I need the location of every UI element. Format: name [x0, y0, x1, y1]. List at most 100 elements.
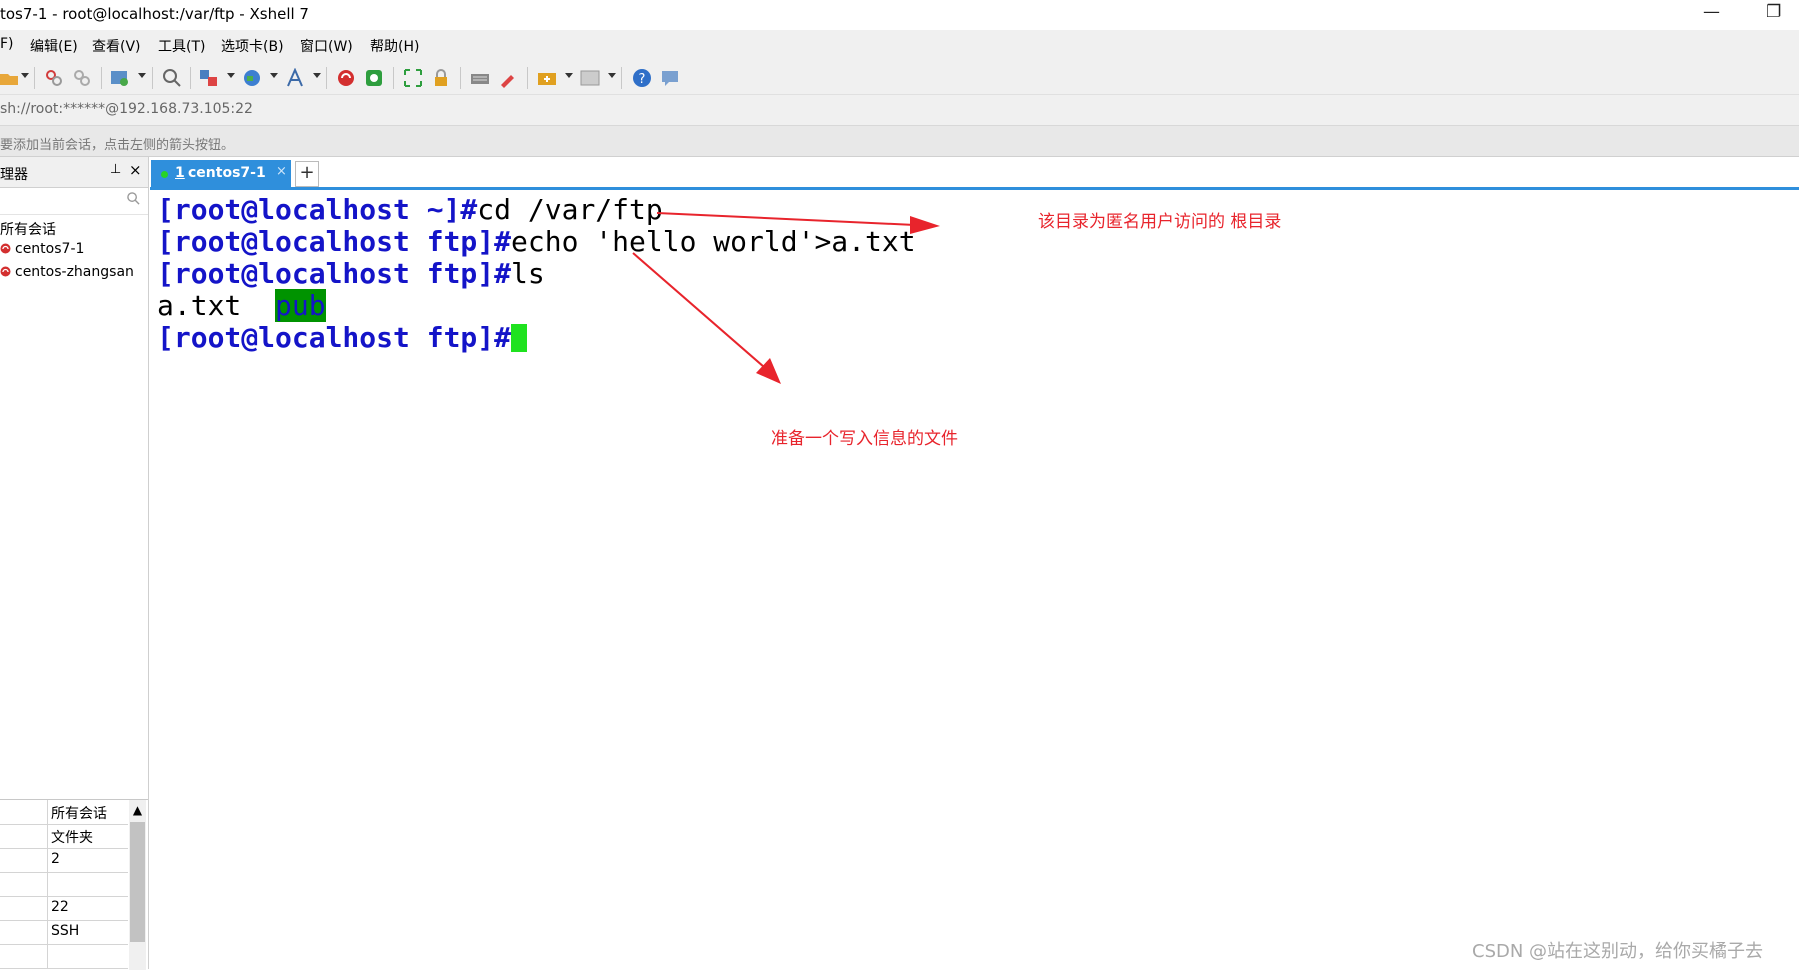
toolbar-divider	[152, 67, 153, 89]
fullscreen-icon[interactable]	[403, 68, 423, 88]
annotation-file: 准备一个写入信息的文件	[771, 429, 958, 449]
restore-button[interactable]: ❐	[1766, 2, 1781, 22]
close-icon[interactable]: ×	[129, 161, 142, 179]
chat-icon[interactable]	[660, 68, 680, 88]
session-properties-panel: 所有会话 文件夹 2 22 SSH ▲	[0, 799, 148, 970]
menu-tools[interactable]: 工具(T)	[158, 36, 205, 56]
xftp-icon[interactable]	[364, 68, 384, 88]
window-title: tos7-1 - root@localhost:/var/ftp - Xshel…	[0, 5, 309, 23]
address-text: sh://root:******@192.168.73.105:22	[0, 101, 253, 117]
disconnect-icon[interactable]	[72, 68, 92, 88]
property-value: SSH	[51, 923, 80, 939]
menu-file[interactable]: F)	[0, 36, 14, 52]
menu-window[interactable]: 窗口(W)	[300, 36, 353, 56]
ls-output-file: a.txt	[157, 289, 242, 322]
lock-icon[interactable]	[431, 68, 451, 88]
new-session-icon[interactable]	[110, 68, 130, 88]
menu-tabs[interactable]: 选项卡(B)	[221, 36, 284, 56]
toolbar-divider	[101, 67, 102, 89]
shell-prompt: [root@localhost ftp]#	[157, 225, 512, 258]
add-tab-icon[interactable]	[537, 68, 557, 88]
watermark: CSDN @站在这别动，给你买橘子去	[1472, 941, 1764, 962]
tab-centos7-1[interactable]: 1 centos7-1 ×	[151, 160, 291, 187]
terminal-line: [root@localhost ftp]#echo 'hello world'>…	[157, 226, 916, 258]
session-item-centos-zhangsan[interactable]: centos-zhangsan	[0, 264, 134, 280]
find-icon[interactable]	[162, 68, 182, 88]
minimize-button[interactable]: —	[1703, 2, 1720, 22]
chevron-down-icon[interactable]	[21, 73, 29, 78]
property-row: 22	[0, 896, 128, 921]
hint-bar: 要添加当前会话，点击左侧的箭头按钮。	[0, 126, 1799, 157]
session-manager-title: 理器	[0, 167, 28, 183]
chevron-down-icon[interactable]	[227, 73, 235, 78]
connected-status-icon	[161, 171, 168, 178]
layout-icon[interactable]	[580, 68, 600, 88]
toolbar-divider	[393, 67, 394, 89]
shell-command: echo 'hello world'>a.txt	[511, 225, 916, 258]
toolbar-divider	[326, 67, 327, 89]
chevron-down-icon[interactable]	[565, 73, 573, 78]
property-row: 文件夹	[0, 824, 128, 849]
keyboard-icon[interactable]	[470, 68, 490, 88]
property-value: 文件夹	[51, 830, 93, 846]
property-row: SSH	[0, 920, 128, 945]
highlight-icon[interactable]	[498, 68, 518, 88]
terminal-cursor	[511, 324, 528, 352]
terminal-line: [root@localhost ~]#cd /var/ftp	[157, 194, 663, 226]
address-bar[interactable]: sh://root:******@192.168.73.105:22	[0, 95, 1799, 126]
chevron-down-icon[interactable]	[608, 73, 616, 78]
session-item-centos7-1[interactable]: centos7-1	[0, 241, 84, 257]
transfer-icon[interactable]	[199, 68, 219, 88]
menu-edit[interactable]: 编辑(E)	[30, 36, 78, 56]
svg-text:?: ?	[639, 72, 646, 87]
session-icon	[0, 266, 11, 277]
properties-scrollbar[interactable]: ▲	[129, 800, 146, 970]
tab-number: 1	[175, 165, 185, 181]
tab-bar: 1 centos7-1 × +	[150, 160, 1799, 190]
shell-prompt: [root@localhost ftp]#	[157, 257, 512, 290]
tree-root-all-sessions[interactable]: 所有会话	[0, 219, 56, 239]
toolbar: ?	[0, 60, 1799, 95]
title-bar: tos7-1 - root@localhost:/var/ftp - Xshel…	[0, 0, 1799, 30]
help-icon[interactable]: ?	[632, 68, 652, 88]
tab-label: centos7-1	[188, 165, 266, 181]
terminal[interactable]: [root@localhost ~]#cd /var/ftp [root@loc…	[150, 190, 1799, 969]
add-tab-button[interactable]: +	[295, 161, 319, 187]
terminal-line: a.txt pub	[157, 289, 326, 322]
tab-close-icon[interactable]: ×	[276, 164, 287, 179]
menu-help[interactable]: 帮助(H)	[370, 36, 419, 56]
xshell-icon[interactable]	[336, 68, 356, 88]
scrollbar-thumb[interactable]	[130, 822, 145, 942]
toolbar-divider	[190, 67, 191, 89]
terminal-line: [root@localhost ftp]#ls	[157, 258, 545, 290]
hint-text: 要添加当前会话，点击左侧的箭头按钮。	[0, 138, 235, 153]
toolbar-divider	[527, 67, 528, 89]
session-label: centos-zhangsan	[15, 264, 134, 280]
shell-prompt: [root@localhost ~]#	[157, 193, 478, 226]
chevron-down-icon[interactable]	[138, 73, 146, 78]
property-row: 2	[0, 848, 128, 873]
chevron-down-icon[interactable]	[313, 73, 321, 78]
shell-prompt: [root@localhost ftp]#	[157, 321, 512, 354]
property-value: 所有会话	[51, 806, 107, 822]
chevron-down-icon[interactable]	[270, 73, 278, 78]
font-icon[interactable]	[285, 68, 305, 88]
session-manager-header: 理器 ⊥ ×	[0, 157, 148, 188]
search-icon[interactable]	[127, 192, 140, 205]
shell-command: ls	[511, 257, 545, 290]
pin-icon[interactable]: ⊥	[110, 162, 121, 177]
property-row: 所有会话	[0, 800, 128, 825]
session-search-input[interactable]	[0, 188, 148, 215]
terminal-line: [root@localhost ftp]#	[157, 321, 528, 354]
connect-icon[interactable]	[44, 68, 64, 88]
scroll-up-icon[interactable]: ▲	[129, 800, 146, 820]
open-folder-icon[interactable]	[0, 68, 20, 88]
toolbar-divider	[34, 67, 35, 89]
menu-view[interactable]: 查看(V)	[92, 36, 141, 56]
globe-icon[interactable]	[242, 68, 262, 88]
annotation-root-dir: 该目录为匿名用户访问的 根目录	[1038, 212, 1282, 232]
session-icon	[0, 243, 11, 254]
menu-bar: F) 编辑(E) 查看(V) 工具(T) 选项卡(B) 窗口(W) 帮助(H)	[0, 30, 1799, 60]
toolbar-divider	[621, 67, 622, 89]
property-row	[0, 944, 128, 969]
